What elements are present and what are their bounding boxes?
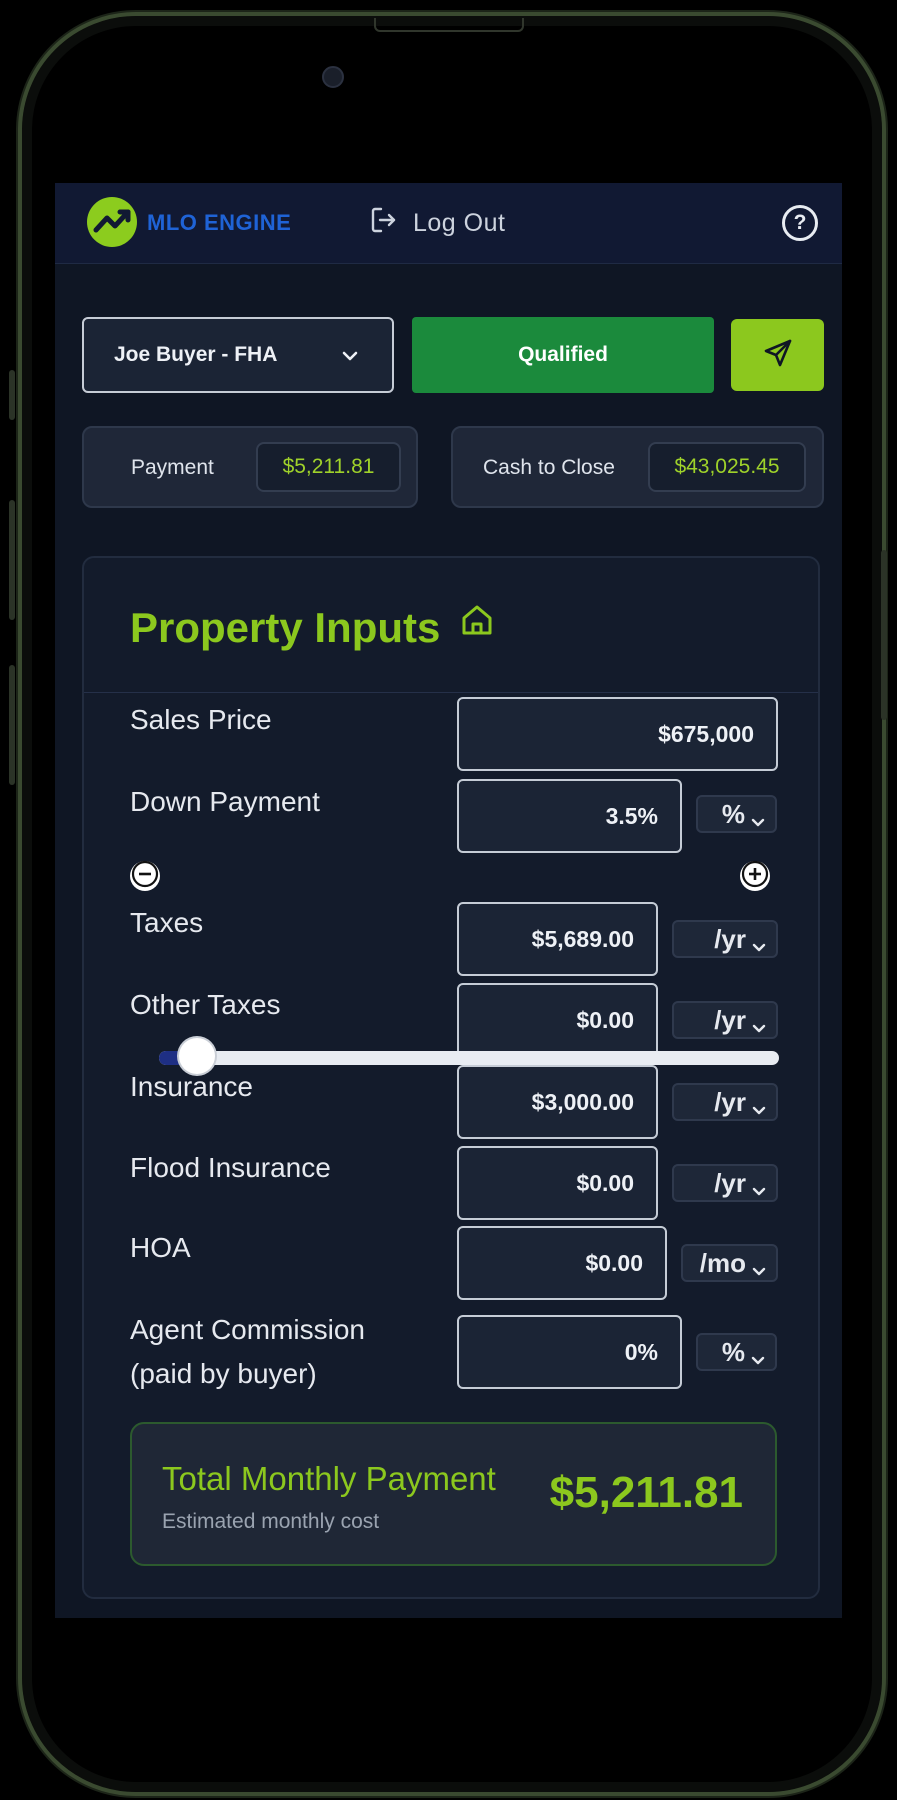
phone-top-speaker <box>374 18 524 32</box>
plus-icon <box>740 859 770 894</box>
agent-commission-label: Agent Commission <box>130 1314 365 1345</box>
agent-commission-input[interactable]: 0% <box>457 1315 682 1389</box>
cash-to-close-summary: Cash to Close $43,025.45 <box>451 426 824 508</box>
hoa-label: HOA <box>130 1232 191 1263</box>
agent-commission-unit-select[interactable]: % <box>696 1333 777 1371</box>
taxes-unit-select[interactable]: /yr <box>672 920 778 958</box>
send-button[interactable] <box>731 319 824 391</box>
slider-thumb[interactable] <box>178 1038 215 1074</box>
cash-to-close-label: Cash to Close <box>483 456 615 479</box>
payment-summary: Payment $5,211.81 <box>82 426 418 508</box>
help-icon[interactable]: ? <box>782 205 818 241</box>
logo-text: MLO ENGINE <box>147 210 292 235</box>
taxes-label: Taxes <box>130 907 204 938</box>
logout-button[interactable]: Log Out <box>369 205 505 241</box>
flood-insurance-label: Flood Insurance <box>130 1152 331 1183</box>
minus-icon <box>130 859 160 894</box>
down-payment-slider[interactable] <box>159 1038 779 1074</box>
borrower-select-value: Joe Buyer - FHA <box>114 343 278 366</box>
qualified-button[interactable]: Qualified <box>412 317 714 393</box>
logo-icon <box>87 197 137 247</box>
insurance-unit-select[interactable]: /yr <box>672 1083 778 1121</box>
hoa-input[interactable]: $0.00 <box>457 1226 667 1300</box>
payment-label: Payment <box>131 456 214 479</box>
app-header: MLO ENGINE Log Out ? <box>55 183 842 264</box>
down-payment-unit-select[interactable]: % <box>696 795 777 833</box>
chevron-down-icon <box>340 346 360 372</box>
phone-side-button <box>9 370 15 420</box>
agent-commission-unit: % <box>721 1336 745 1367</box>
taxes-input[interactable]: $5,689.00 <box>457 902 658 976</box>
app-screen: MLO ENGINE Log Out ? Joe Buyer - FHA Qua… <box>55 183 842 1618</box>
insurance-unit: /yr <box>714 1086 746 1117</box>
total-subtitle: Estimated monthly cost <box>162 1510 380 1533</box>
hoa-unit-select[interactable]: /mo <box>681 1244 778 1282</box>
phone-bottom-bezel <box>55 1618 842 1738</box>
card-divider <box>84 692 818 693</box>
phone-side-button <box>9 665 15 785</box>
total-monthly-payment: Total Monthly Payment Estimated monthly … <box>130 1422 777 1566</box>
taxes-unit: /yr <box>714 923 746 954</box>
sales-price-input[interactable]: $675,000 <box>457 697 778 771</box>
decrease-button[interactable] <box>130 859 160 894</box>
payment-value: $5,211.81 <box>256 442 401 492</box>
chevron-down-icon <box>750 1345 766 1376</box>
chevron-down-icon <box>751 1256 767 1287</box>
property-inputs-card: Property Inputs Sales Price $675,000 Dow… <box>82 556 820 1599</box>
agent-commission-sublabel: (paid by buyer) <box>130 1358 317 1389</box>
phone-side-button <box>881 550 887 720</box>
other-taxes-input[interactable]: $0.00 <box>457 983 658 1057</box>
other-taxes-unit: /yr <box>714 1004 746 1035</box>
increase-button[interactable] <box>740 859 770 894</box>
chevron-down-icon <box>751 932 767 963</box>
phone-side-button <box>9 500 15 620</box>
chevron-down-icon <box>751 1013 767 1044</box>
insurance-input[interactable]: $3,000.00 <box>457 1065 658 1139</box>
chevron-down-icon <box>751 1176 767 1207</box>
down-payment-unit: % <box>721 798 745 829</box>
sales-price-label: Sales Price <box>130 704 272 735</box>
chevron-down-icon <box>750 807 766 838</box>
flood-insurance-unit: /yr <box>714 1167 746 1198</box>
down-payment-label: Down Payment <box>130 786 320 817</box>
total-title: Total Monthly Payment <box>162 1460 496 1497</box>
flood-insurance-input[interactable]: $0.00 <box>457 1146 658 1220</box>
logout-icon <box>369 205 399 242</box>
home-icon <box>459 602 495 643</box>
card-title: Property Inputs <box>130 604 441 651</box>
flood-insurance-unit-select[interactable]: /yr <box>672 1164 778 1202</box>
other-taxes-unit-select[interactable]: /yr <box>672 1001 778 1039</box>
chevron-down-icon <box>751 1095 767 1126</box>
send-icon <box>762 337 794 374</box>
hoa-unit: /mo <box>699 1247 746 1278</box>
cash-to-close-value: $43,025.45 <box>648 442 806 492</box>
down-payment-input[interactable]: 3.5% <box>457 779 682 853</box>
front-camera <box>322 66 344 88</box>
other-taxes-label: Other Taxes <box>130 989 281 1020</box>
borrower-select[interactable]: Joe Buyer - FHA <box>82 317 394 393</box>
logout-label: Log Out <box>413 208 506 237</box>
total-amount: $5,211.81 <box>549 1468 743 1517</box>
